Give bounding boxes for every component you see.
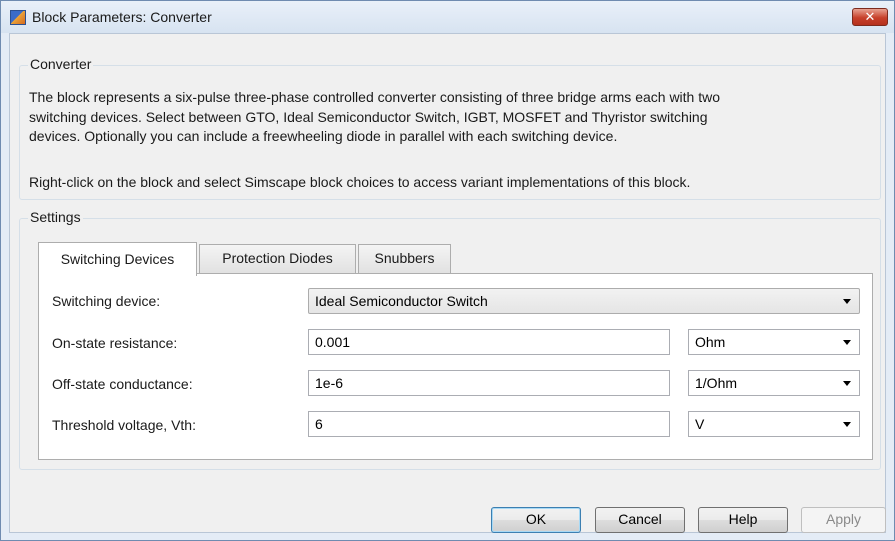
on-state-resistance-input[interactable]: 0.001 xyxy=(308,329,670,355)
tab-protection-diodes[interactable]: Protection Diodes xyxy=(199,244,356,274)
off-state-conductance-unit-select[interactable]: 1/Ohm xyxy=(688,370,860,396)
tab-snubbers[interactable]: Snubbers xyxy=(358,244,451,274)
description-line: The block represents a six-pulse three-p… xyxy=(29,89,721,105)
off-state-conductance-input[interactable]: 1e-6 xyxy=(308,370,670,396)
on-state-resistance-unit-select[interactable]: Ohm xyxy=(688,329,860,355)
converter-description: The block represents a six-pulse three-p… xyxy=(29,88,720,147)
off-state-conductance-label: Off-state conductance: xyxy=(52,376,193,392)
cancel-button[interactable]: Cancel xyxy=(595,507,685,533)
chevron-down-icon xyxy=(843,299,851,304)
apply-button[interactable]: Apply xyxy=(801,507,886,533)
tab-switching-devices[interactable]: Switching Devices xyxy=(38,242,197,276)
threshold-voltage-unit-select[interactable]: V xyxy=(688,411,860,437)
variant-note: Right-click on the block and select Sims… xyxy=(29,174,691,190)
switching-device-label: Switching device: xyxy=(52,293,161,309)
description-line: switching devices. Select between GTO, I… xyxy=(29,108,708,125)
threshold-voltage-label: Threshold voltage, Vth: xyxy=(52,417,196,433)
switching-device-value: Ideal Semiconductor Switch xyxy=(315,293,488,309)
ok-button[interactable]: OK xyxy=(491,507,581,533)
chevron-down-icon xyxy=(843,381,851,386)
settings-group-label: Settings xyxy=(28,209,83,225)
title-bar[interactable]: Block Parameters: Converter ✕ xyxy=(1,1,894,33)
chevron-down-icon xyxy=(843,422,851,427)
chevron-down-icon xyxy=(843,340,851,345)
on-state-resistance-unit: Ohm xyxy=(695,334,726,350)
description-line: devices. Optionally you can include a fr… xyxy=(29,128,618,144)
threshold-voltage-unit: V xyxy=(695,416,705,432)
converter-group-label: Converter xyxy=(28,56,94,72)
window-title: Block Parameters: Converter xyxy=(32,9,212,25)
close-button[interactable]: ✕ xyxy=(852,8,888,26)
dialog-window: Block Parameters: Converter ✕ Converter … xyxy=(0,0,895,541)
simulink-block-icon xyxy=(10,10,26,25)
threshold-voltage-input[interactable]: 6 xyxy=(308,411,670,437)
switching-device-select[interactable]: Ideal Semiconductor Switch xyxy=(308,288,860,314)
on-state-resistance-label: On-state resistance: xyxy=(52,335,178,351)
help-button[interactable]: Help xyxy=(698,507,788,533)
off-state-conductance-unit: 1/Ohm xyxy=(695,375,738,391)
